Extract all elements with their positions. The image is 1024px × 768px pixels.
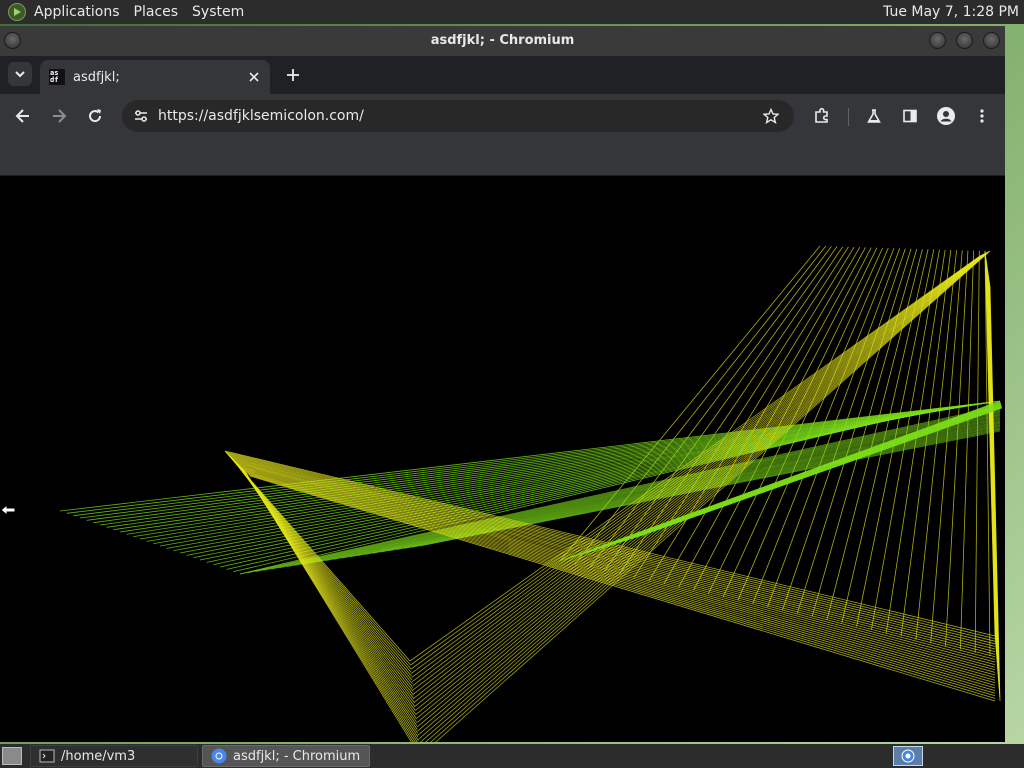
taskbar-item-label: /home/vm3 — [61, 748, 136, 764]
chevron-down-icon — [15, 71, 25, 78]
more-vertical-icon — [980, 109, 984, 123]
extensions-button[interactable] — [810, 104, 834, 128]
reload-icon — [89, 109, 102, 123]
art-line — [247, 473, 996, 697]
side-panel-icon — [903, 109, 917, 123]
address-bar[interactable]: https://asdfjklsemicolon.com/ — [122, 100, 794, 132]
art-line — [417, 251, 988, 732]
tab-close-button[interactable] — [244, 67, 264, 87]
back-button[interactable] — [11, 104, 35, 128]
window-title: asdfjkl; - Chromium — [430, 33, 575, 48]
labs-button[interactable] — [862, 104, 886, 128]
art-line — [945, 250, 969, 647]
taskbar-item-terminal[interactable]: /home/vm3 — [30, 745, 198, 767]
puzzle-icon — [815, 107, 828, 123]
art-line — [930, 250, 963, 643]
close-window-button[interactable] — [983, 32, 1000, 49]
string-art-canvas[interactable] — [0, 176, 1005, 742]
art-fan-yellow-right — [224, 450, 996, 702]
places-menu[interactable]: Places — [127, 0, 186, 24]
flask-icon — [867, 109, 881, 123]
url-text[interactable]: https://asdfjklsemicolon.com/ — [158, 100, 364, 132]
chromium-window: asdfjkl; - Chromium as df asdfjkl; https… — [0, 26, 1005, 742]
window-menu-button[interactable] — [4, 32, 21, 49]
tab-strip: as df asdfjkl; — [0, 56, 1005, 94]
site-info-button[interactable] — [130, 105, 152, 127]
applications-logo-icon[interactable] — [8, 3, 26, 21]
page-content[interactable] — [0, 176, 1005, 742]
art-fan-right-edge — [984, 250, 1001, 702]
terminal-icon — [39, 749, 55, 763]
close-icon — [249, 72, 259, 82]
plus-icon — [287, 69, 299, 81]
tab-search-button[interactable] — [8, 62, 32, 86]
site-favicon-icon: as df — [49, 69, 65, 85]
avatar-icon — [937, 107, 955, 125]
art-line — [974, 250, 980, 653]
top-panel: Applications Places System Tue May 7, 1:… — [0, 0, 1024, 24]
star-icon — [763, 108, 779, 124]
system-menu[interactable]: System — [185, 0, 251, 24]
bookmarks-bar — [0, 138, 1005, 176]
art-line — [93, 403, 983, 524]
art-line — [410, 255, 981, 666]
art-line — [414, 253, 986, 711]
workspace-switcher[interactable] — [893, 746, 923, 766]
window-titlebar[interactable]: asdfjkl; - Chromium — [0, 26, 1005, 56]
clock[interactable]: Tue May 7, 1:28 PM — [883, 0, 1019, 24]
reload-button[interactable] — [83, 104, 107, 128]
maximize-button[interactable] — [956, 32, 973, 49]
art-line — [415, 252, 986, 716]
tab-title: asdfjkl; — [73, 69, 120, 85]
art-line — [411, 254, 982, 678]
forward-button[interactable] — [47, 104, 71, 128]
art-line — [416, 252, 987, 724]
art-line — [417, 251, 989, 736]
profile-button[interactable] — [934, 104, 958, 128]
resize-cursor-icon — [0, 503, 16, 517]
art-line — [294, 413, 1001, 566]
art-line — [959, 250, 975, 650]
art-line — [409, 255, 981, 662]
side-panel-button[interactable] — [898, 104, 922, 128]
art-line — [414, 253, 986, 707]
art-line — [248, 474, 996, 699]
arrow-left-icon — [15, 109, 29, 123]
tab-asdfjkl[interactable]: as df asdfjkl; — [40, 60, 270, 94]
arrow-right-icon — [53, 109, 67, 123]
art-line — [663, 247, 861, 585]
browser-menu-button[interactable] — [970, 104, 994, 128]
bookmark-star-button[interactable] — [760, 105, 782, 127]
new-tab-button[interactable] — [282, 64, 304, 86]
art-line — [99, 403, 979, 526]
toolbar-separator — [848, 108, 849, 126]
taskbar-item-label: asdfjkl; - Chromium — [233, 748, 361, 764]
show-desktop-button[interactable] — [2, 747, 22, 765]
tune-icon — [135, 110, 147, 122]
bottom-panel: /home/vm3 asdfjkl; - Chromium — [0, 744, 1024, 768]
taskbar-item-chromium[interactable]: asdfjkl; - Chromium — [202, 745, 370, 767]
applications-menu[interactable]: Applications — [27, 0, 127, 24]
chromium-icon — [211, 748, 227, 764]
chromium-icon — [901, 749, 915, 763]
browser-toolbar: https://asdfjklsemicolon.com/ — [0, 94, 1005, 138]
minimize-button[interactable] — [929, 32, 946, 49]
